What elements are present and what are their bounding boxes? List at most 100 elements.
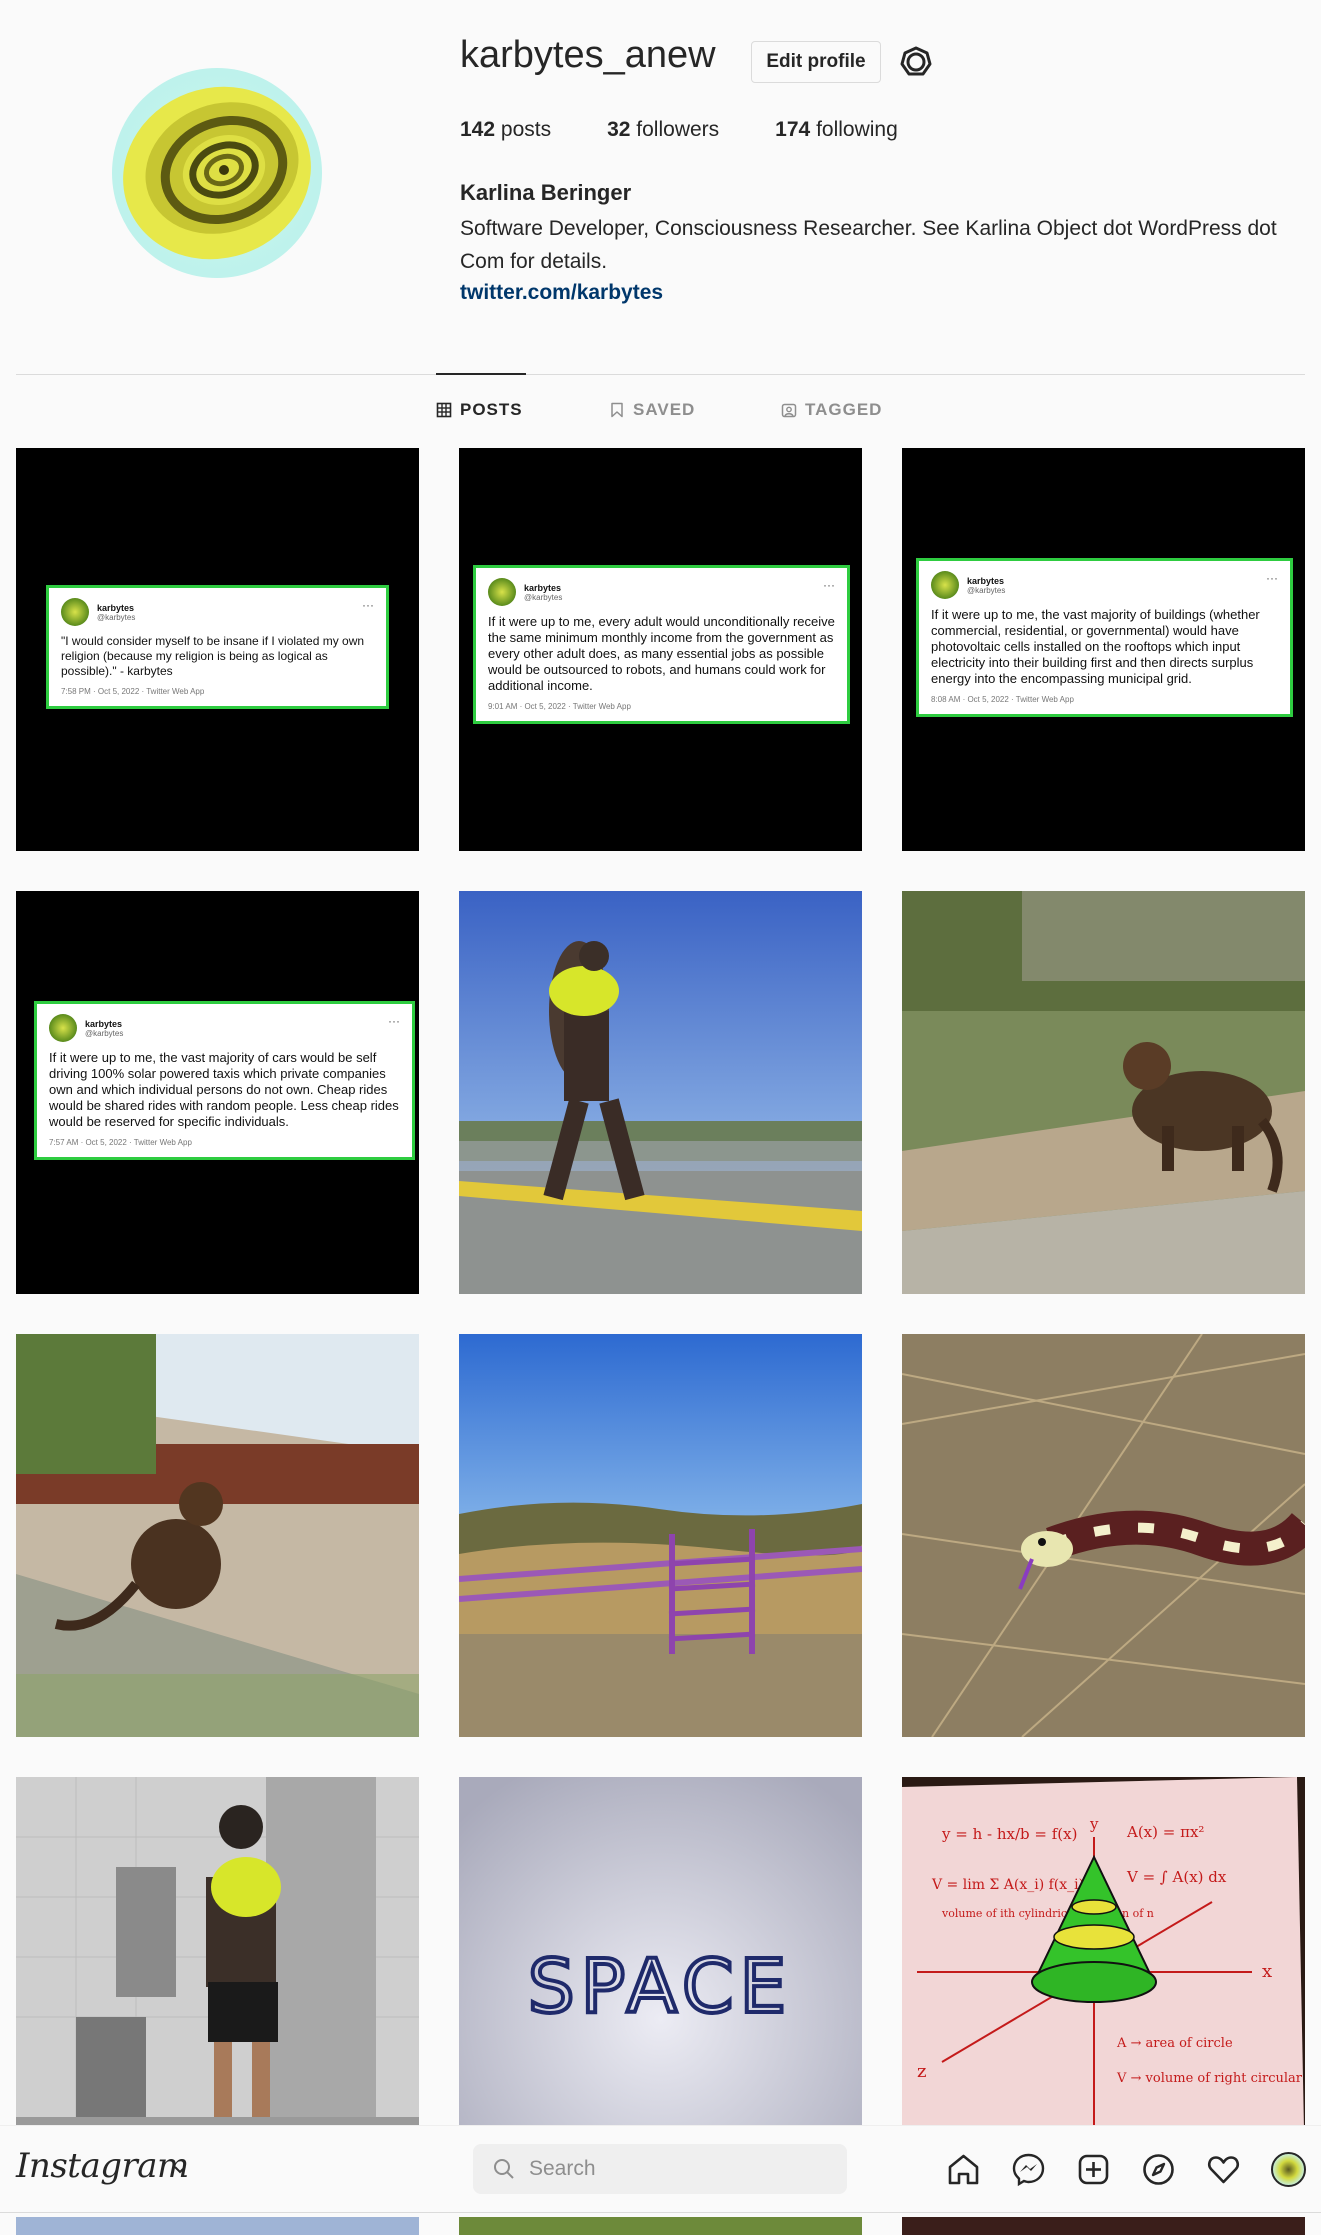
tweet-handle: @karbytes bbox=[97, 612, 136, 622]
grid-icon bbox=[436, 402, 452, 418]
home-icon[interactable] bbox=[946, 2152, 981, 2187]
tabs-divider bbox=[16, 374, 1305, 375]
stat-following[interactable]: 174 following bbox=[775, 118, 898, 142]
post-tile-partial[interactable] bbox=[459, 2217, 862, 2235]
tweet-avatar bbox=[49, 1014, 77, 1042]
profile-avatar[interactable] bbox=[112, 68, 322, 278]
profile-bio: Software Developer, Consciousness Resear… bbox=[460, 217, 1277, 273]
profile-stats: 142 posts 32 followers 174 following bbox=[460, 118, 898, 142]
posts-label: posts bbox=[500, 118, 552, 141]
avatar-spiral-image bbox=[123, 86, 311, 260]
profile-username: karbytes_anew bbox=[460, 34, 716, 76]
post-tile[interactable] bbox=[459, 891, 862, 1294]
axis-z-label: z bbox=[917, 2061, 926, 2082]
tweet-avatar bbox=[931, 571, 959, 599]
photo-cat-in-yard bbox=[16, 1334, 419, 1737]
tweet-author: karbytes bbox=[524, 582, 562, 593]
tweet-meta: 7:57 AM · Oct 5, 2022 · Twitter Web App bbox=[49, 1138, 192, 1147]
legend-area: A → area of circle bbox=[1116, 2036, 1233, 2051]
photo-cat-on-wood bbox=[902, 891, 1305, 1294]
tweet-author: karbytes bbox=[85, 1018, 123, 1029]
messenger-icon[interactable] bbox=[1011, 2152, 1046, 2187]
tweet-card: karbytes @karbytes ··· If it were up to … bbox=[916, 558, 1293, 717]
posts-grid: karbytes @karbytes ··· "I would consider… bbox=[16, 448, 1305, 2180]
tab-saved[interactable]: SAVED bbox=[609, 400, 695, 420]
search-icon bbox=[494, 2159, 514, 2179]
profile-nav-avatar[interactable] bbox=[1271, 2152, 1306, 2187]
nav-icons bbox=[946, 2152, 1306, 2187]
photo-restroom-selfie bbox=[16, 1777, 419, 2180]
followers-count: 32 bbox=[607, 118, 631, 141]
tag-icon bbox=[781, 403, 797, 418]
tweet-avatar bbox=[61, 598, 89, 626]
tweet-meta: 9:01 AM · Oct 5, 2022 · Twitter Web App bbox=[488, 702, 631, 711]
tab-posts-label: POSTS bbox=[460, 400, 523, 419]
post-tile[interactable] bbox=[902, 891, 1305, 1294]
more-icon: ··· bbox=[1266, 571, 1278, 585]
tweet-text: "I would consider myself to be insane if… bbox=[61, 634, 365, 678]
post-tile[interactable] bbox=[902, 1334, 1305, 1737]
tab-tagged-label: TAGGED bbox=[805, 400, 883, 419]
more-icon: ··· bbox=[362, 598, 374, 612]
heart-icon[interactable] bbox=[1206, 2152, 1241, 2187]
tweet-text: If it were up to me, every adult would u… bbox=[488, 614, 835, 693]
tweet-avatar bbox=[488, 578, 516, 606]
math-line-4: A(x) = πx² bbox=[1126, 1823, 1204, 1841]
legend-volume: V → volume of right circular cone bbox=[1116, 2071, 1305, 2086]
stat-followers[interactable]: 32 followers bbox=[607, 118, 719, 142]
post-tile[interactable] bbox=[16, 1334, 419, 1737]
edit-profile-button[interactable]: Edit profile bbox=[751, 41, 881, 83]
profile-full-name: Karlina Beringer bbox=[460, 180, 632, 205]
axis-y-label: y bbox=[1089, 1815, 1099, 1833]
tweet-author: karbytes bbox=[97, 602, 135, 613]
post-tile[interactable]: y = h - hx/b = f(x) V = lim Σ A(x_i) f(x… bbox=[902, 1777, 1305, 2180]
compass-icon[interactable] bbox=[1141, 2152, 1176, 2187]
photo-hiker-walking bbox=[459, 891, 862, 1294]
photo-snake-in-straw bbox=[902, 1334, 1305, 1737]
post-tile[interactable]: karbytes @karbytes ··· "I would consider… bbox=[16, 448, 419, 851]
tweet-card: karbytes @karbytes ··· If it were up to … bbox=[473, 565, 850, 724]
tweet-handle: @karbytes bbox=[85, 1028, 124, 1038]
chevron-down-icon[interactable] bbox=[172, 2162, 188, 2178]
active-tab-indicator bbox=[436, 373, 526, 375]
tab-tagged[interactable]: TAGGED bbox=[781, 400, 882, 420]
settings-icon[interactable] bbox=[898, 44, 934, 80]
more-icon: ··· bbox=[823, 578, 835, 592]
search-bar[interactable] bbox=[473, 2144, 847, 2194]
tweet-handle: @karbytes bbox=[524, 592, 563, 602]
tweet-author: karbytes bbox=[967, 575, 1005, 586]
following-count: 174 bbox=[775, 118, 811, 141]
post-tile-partial[interactable] bbox=[16, 2217, 419, 2235]
followers-label: followers bbox=[636, 118, 720, 141]
photo-cone-volume-notes: y = h - hx/b = f(x) V = lim Σ A(x_i) f(x… bbox=[902, 1777, 1305, 2180]
post-tile[interactable]: karbytes @karbytes ··· If it were up to … bbox=[16, 891, 419, 1294]
tweet-card: karbytes @karbytes ··· "I would consider… bbox=[46, 585, 389, 709]
tweet-card: karbytes @karbytes ··· If it were up to … bbox=[34, 1001, 415, 1160]
tweet-text: If it were up to me, the vast majority o… bbox=[49, 1050, 399, 1129]
space-text: SPACE bbox=[528, 1944, 793, 2030]
plus-square-icon[interactable] bbox=[1076, 2152, 1111, 2187]
tab-posts[interactable]: POSTS bbox=[436, 400, 523, 420]
profile-header: karbytes_anew Edit profile 142 posts 32 … bbox=[0, 0, 1321, 370]
bookmark-icon bbox=[611, 402, 623, 418]
post-tile[interactable]: karbytes @karbytes ··· If it were up to … bbox=[459, 448, 862, 851]
post-tile[interactable] bbox=[459, 1334, 862, 1737]
tweet-text: If it were up to me, the vast majority o… bbox=[931, 607, 1260, 686]
profile-link[interactable]: twitter.com/karbytes bbox=[460, 281, 663, 305]
search-input[interactable] bbox=[529, 2157, 829, 2181]
instagram-logo[interactable]: Instagram bbox=[16, 2146, 189, 2186]
post-tile[interactable]: SPACE bbox=[459, 1777, 862, 2180]
post-tile-partial[interactable] bbox=[902, 2217, 1305, 2235]
bottom-navigation-bar: Instagram bbox=[0, 2125, 1321, 2213]
tweet-meta: 8:08 AM · Oct 5, 2022 · Twitter Web App bbox=[931, 695, 1074, 704]
more-icon: ··· bbox=[388, 1014, 400, 1028]
stat-posts[interactable]: 142 posts bbox=[460, 118, 551, 142]
post-tile[interactable] bbox=[16, 1777, 419, 2180]
following-label: following bbox=[816, 118, 898, 141]
photo-space-handwriting: SPACE bbox=[459, 1777, 862, 2180]
math-line-1: y = h - hx/b = f(x) bbox=[941, 1825, 1077, 1843]
photo-purple-gate-hills bbox=[459, 1334, 862, 1737]
posts-count: 142 bbox=[460, 118, 496, 141]
math-line-2: V = lim Σ A(x_i) f(x_i) bbox=[931, 1877, 1084, 1893]
post-tile[interactable]: karbytes @karbytes ··· If it were up to … bbox=[902, 448, 1305, 851]
